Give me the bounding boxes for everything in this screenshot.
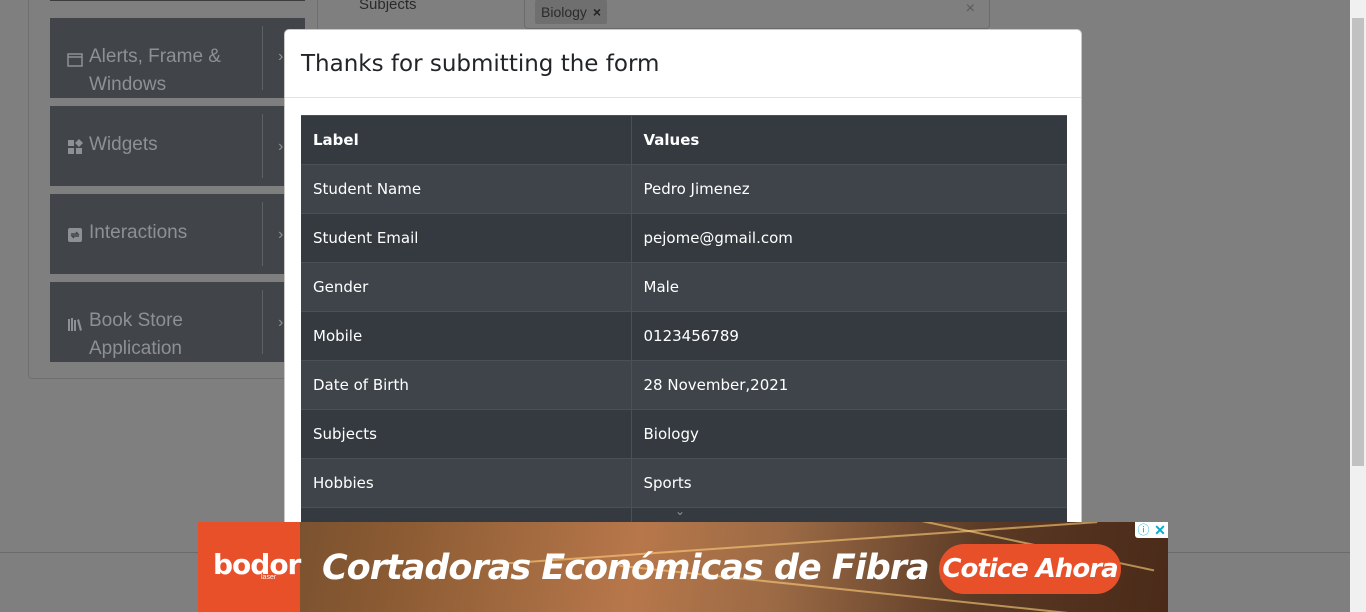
table-row: Gender Male [301, 262, 1067, 312]
table-row: Subjects Biology [301, 409, 1067, 459]
table-header-row: Label Values [301, 115, 1067, 165]
modal-header: Thanks for submitting the form [285, 30, 1081, 98]
interactions-icon [68, 228, 82, 242]
chip-remove-icon[interactable]: × [593, 4, 601, 20]
chevron-icon: › [278, 48, 284, 65]
chevron-icon: › [278, 226, 284, 243]
ad-brand: bodor [213, 548, 301, 581]
window-icon [67, 53, 83, 67]
ad-cta-button[interactable]: Cotice Ahora [939, 544, 1121, 594]
divider [262, 290, 263, 354]
subjects-input[interactable]: Biology × × [524, 0, 990, 29]
subjects-label: Subjects [359, 0, 417, 13]
row-value: 0123456789 [631, 311, 1067, 361]
sidebar-label: Book Store [89, 310, 183, 331]
divider [262, 202, 263, 266]
ad-brand-sub: laser [261, 574, 277, 581]
sidebar-label: Application [89, 338, 182, 359]
table-row: Hobbies Sports [301, 458, 1067, 508]
sidebar-group-interactions[interactable]: Interactions › [50, 194, 305, 274]
sidebar-label: Windows [89, 74, 167, 95]
sidebar-group-alerts[interactable]: Alerts, Frame & Windows › [50, 18, 305, 98]
table-row: Student Name Pedro Jimenez [301, 164, 1067, 214]
row-label: Student Email [301, 213, 632, 263]
ad-logo: bodor laser [198, 522, 301, 612]
row-label: Subjects [301, 409, 632, 459]
modal-title: Thanks for submitting the form [301, 51, 660, 77]
row-label: Date of Birth [301, 360, 632, 410]
scrollbar-thumb[interactable] [1352, 18, 1364, 466]
row-label: Hobbies [301, 458, 632, 508]
sidebar-group-bookstore[interactable]: Book Store Application › [50, 282, 305, 362]
table-row: Student Email pejome@gmail.com [301, 213, 1067, 263]
chevron-icon: › [278, 314, 284, 331]
row-value: pejome@gmail.com [631, 213, 1067, 263]
row-label: Mobile [301, 311, 632, 361]
subject-chip: Biology × [535, 0, 608, 24]
header-label: Label [301, 115, 632, 165]
row-value: 28 November,2021 [631, 360, 1067, 410]
table-row: Mobile 0123456789 [301, 311, 1067, 361]
row-value: Male [631, 262, 1067, 312]
chevron-icon: › [278, 138, 284, 155]
info-icon[interactable]: ⓘ [1135, 522, 1152, 538]
close-icon[interactable]: ✕ [1152, 522, 1168, 538]
header-values: Values [631, 115, 1067, 165]
sidebar-label: Interactions [89, 222, 188, 243]
row-value [631, 507, 1067, 522]
row-label: Gender [301, 262, 632, 312]
clear-icon[interactable]: × [966, 0, 975, 18]
row-label [301, 507, 632, 522]
row-label: Student Name [301, 164, 632, 214]
results-table: Label Values Student Name Pedro Jimenez … [301, 115, 1067, 522]
table-row: Date of Birth 28 November,2021 [301, 360, 1067, 410]
book-icon [68, 318, 82, 331]
chip-label: Biology [541, 4, 587, 20]
sidebar-label: Alerts, Frame & [89, 46, 221, 67]
row-value: Pedro Jimenez [631, 164, 1067, 214]
divider [262, 26, 263, 90]
ad-banner[interactable]: bodor laser Cortadoras Económicas de Fib… [198, 522, 1168, 612]
row-value: Biology [631, 409, 1067, 459]
sidebar-label: Widgets [89, 134, 158, 155]
ad-headline: Cortadoras Económicas de Fibra Láser [322, 548, 1044, 588]
chevron-down-icon: ⌄ [675, 504, 686, 518]
sidebar-group-widgets[interactable]: Widgets › [50, 106, 305, 186]
widgets-icon [68, 139, 83, 154]
divider [262, 114, 263, 178]
panel-divider [50, 0, 305, 1]
row-value: Sports [631, 458, 1067, 508]
